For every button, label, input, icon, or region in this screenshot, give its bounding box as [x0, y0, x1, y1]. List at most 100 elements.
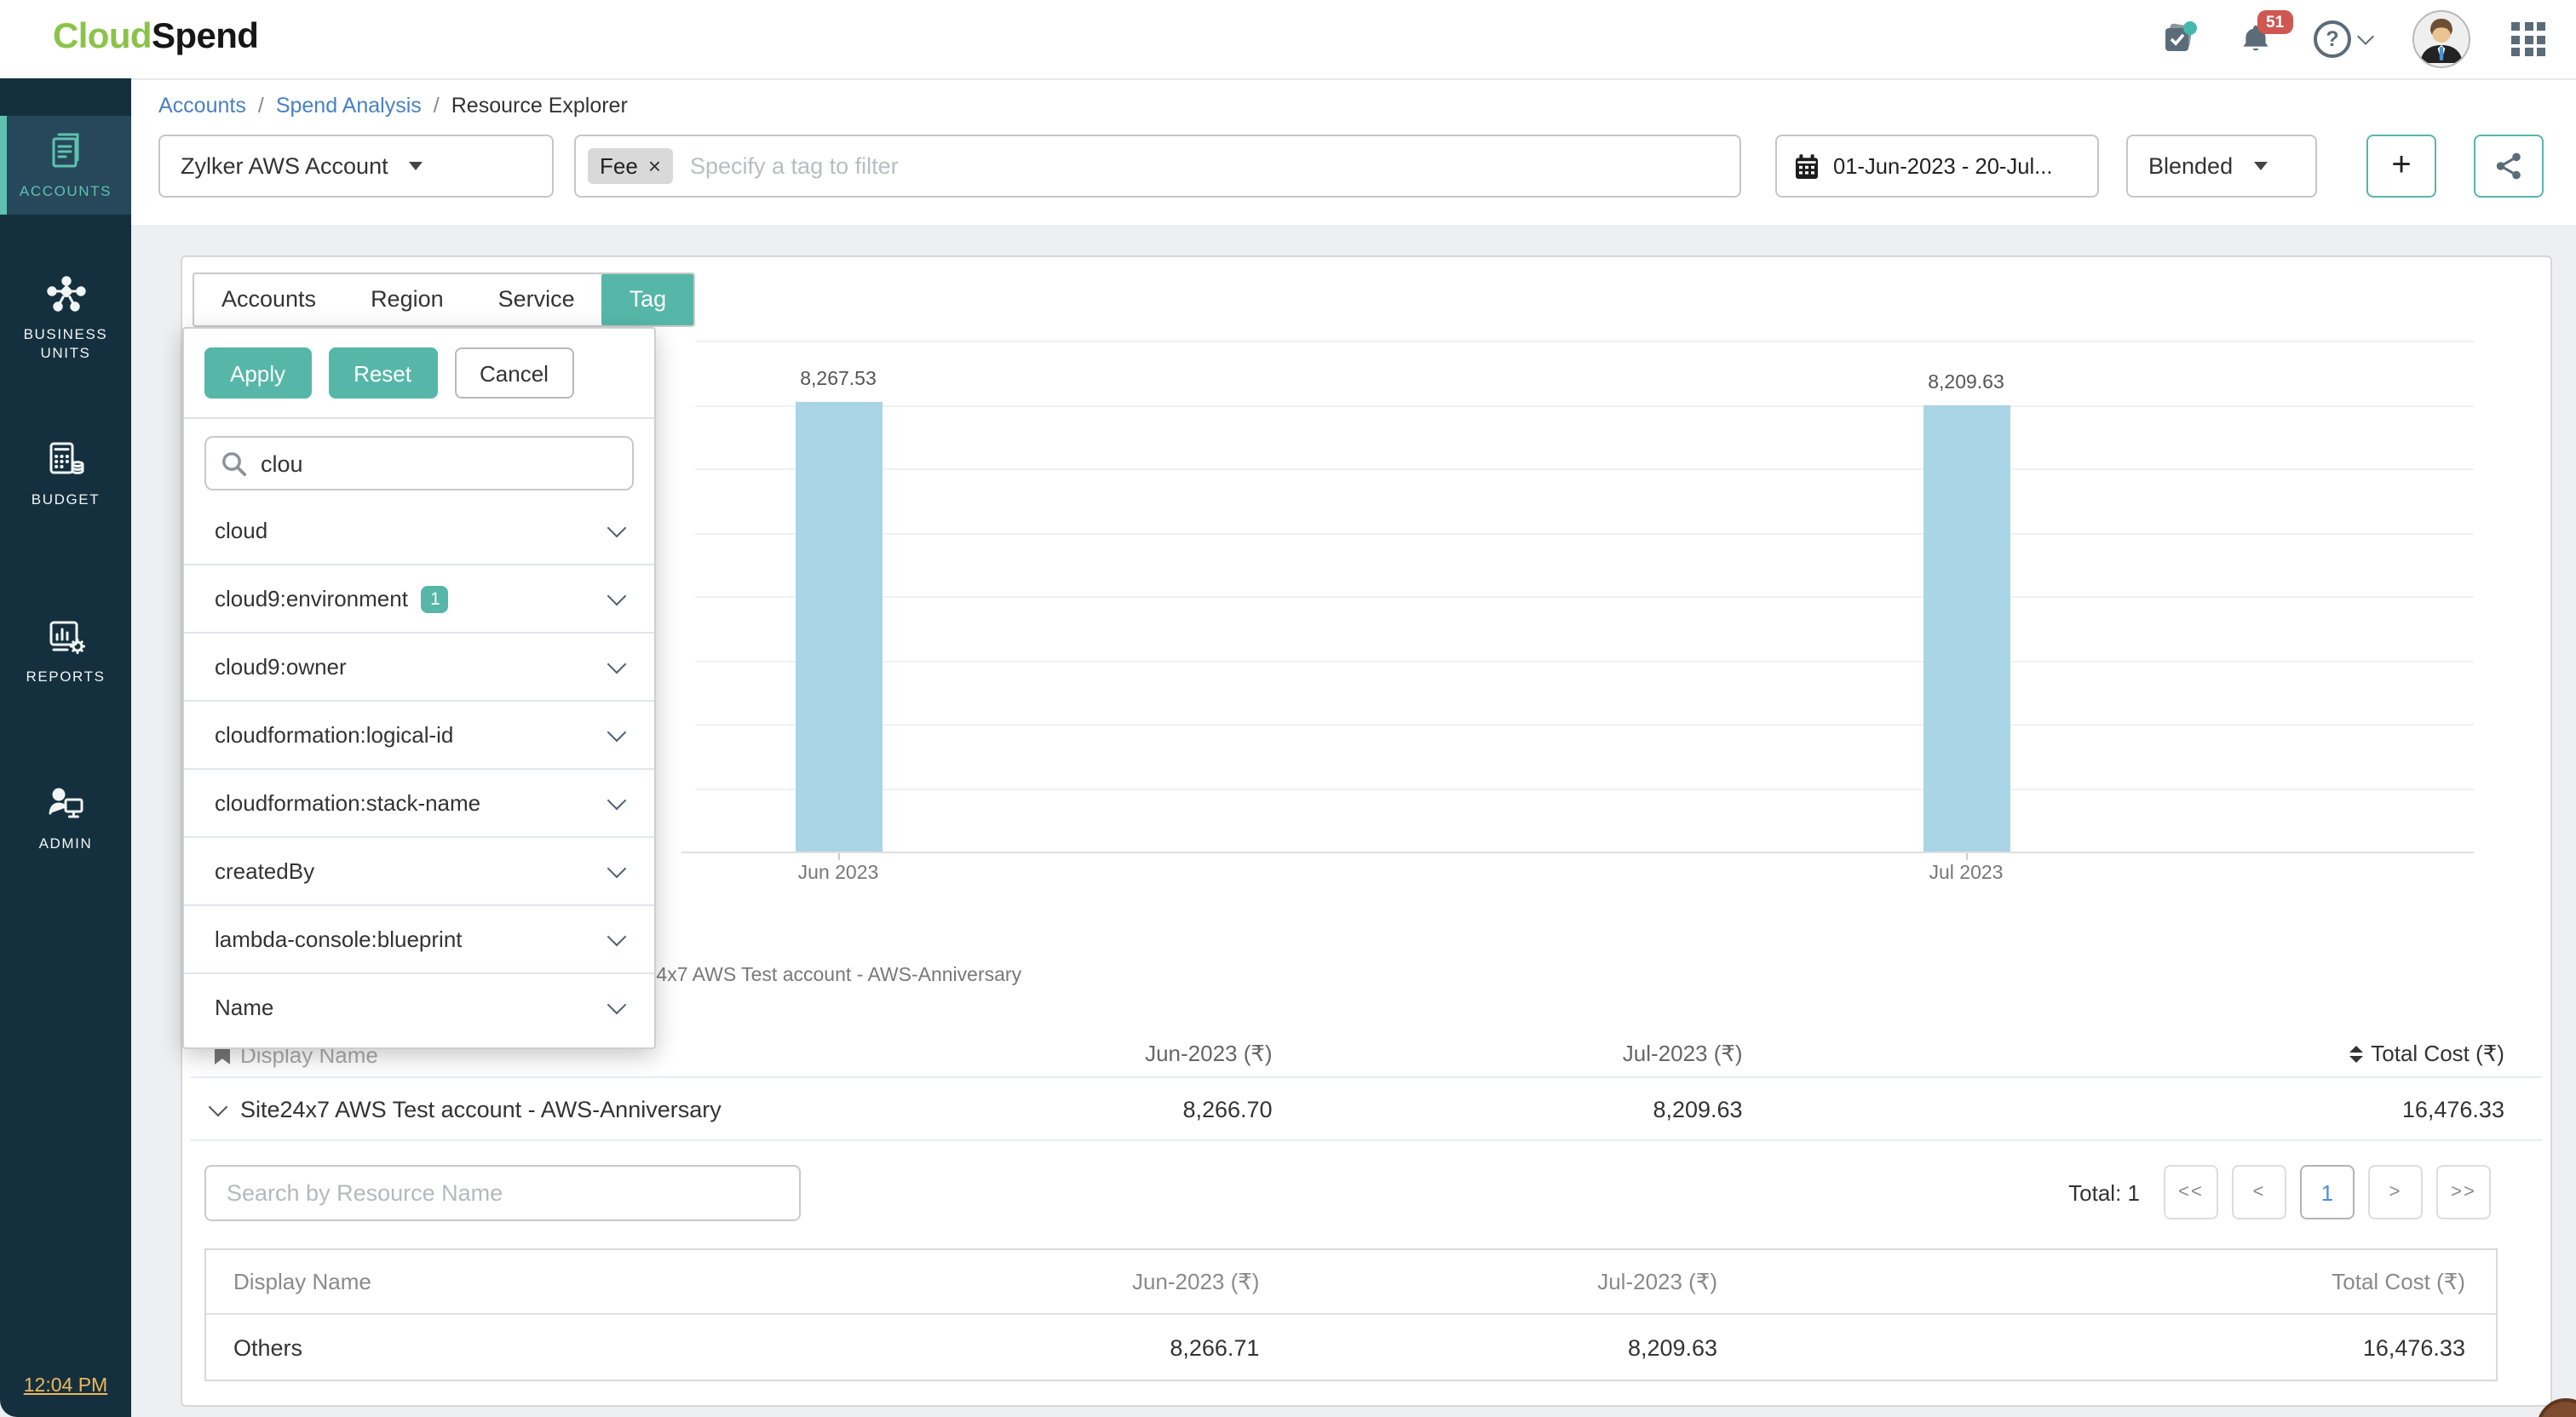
help-icon[interactable]: ?	[2314, 20, 2372, 58]
pagination: Total: 1 <<<1>>>	[2068, 1165, 2491, 1219]
chart-gridline	[695, 724, 2474, 726]
pagination-last[interactable]: >>	[2436, 1165, 2491, 1219]
tab-service[interactable]: Service	[471, 274, 602, 325]
tag-item-lambda-console-blueprint[interactable]: lambda-console:blueprint	[184, 904, 654, 972]
sidebar-item-admin[interactable]: ADMIN	[0, 768, 131, 867]
sidebar: ACCOUNTS BUSINESS UNITS BUDGET REPORTS ADMIN…	[0, 78, 131, 1417]
cost-type-selector[interactable]: Blended	[2126, 135, 2317, 198]
tag-item-createdby[interactable]: createdBy	[184, 836, 654, 904]
tag-item-label: lambda-console:blueprint	[215, 926, 463, 952]
total-cost-value: 16,476.33	[1717, 1334, 2496, 1360]
apps-grid-icon[interactable]	[2511, 22, 2545, 56]
chevron-down-icon	[607, 587, 627, 606]
x-axis-label: Jul 2023	[1864, 863, 2068, 884]
cloudspend-logo[interactable]: CloudSpend	[53, 17, 258, 58]
current-time[interactable]: 12:04 PM	[0, 1376, 131, 1397]
pagination-prev[interactable]: <	[2232, 1165, 2286, 1219]
jul-cost-value: 8,209.63	[1259, 1334, 1717, 1360]
cost-type-value: Blended	[2148, 153, 2233, 179]
pagination-first[interactable]: <<	[2164, 1165, 2218, 1219]
legend-label: Site24x7 AWS Test account - AWS-Annivers…	[612, 966, 1021, 986]
pagination-page[interactable]: 1	[2300, 1165, 2355, 1219]
column-display-name: Display Name	[206, 1269, 802, 1294]
expand-chevron-icon[interactable]	[209, 1097, 228, 1116]
cancel-button[interactable]: Cancel	[454, 347, 574, 399]
tag-item-cloudformation-stack-name[interactable]: cloudformation:stack-name	[184, 768, 654, 836]
tag-list: cloudcloud9:environment1 cloud9:owner clou…	[184, 497, 654, 1041]
breadcrumb-separator: /	[258, 94, 264, 118]
account-row-name: Site24x7 AWS Test account - AWS-Annivers…	[240, 1097, 722, 1122]
add-button[interactable]: +	[2366, 135, 2436, 198]
chevron-down-icon	[607, 519, 627, 538]
header-icons: 51 ?	[2160, 0, 2545, 78]
column-total-cost: Total Cost (₹)	[1717, 1268, 2496, 1295]
tag-filter-input[interactable]: Fee × Specify a tag to filter	[574, 135, 1741, 198]
chart-bar-jul-2023[interactable]	[1923, 405, 2010, 852]
cloudspend-app: CloudSpend 51 ?	[0, 0, 2576, 1417]
sidebar-item-accounts[interactable]: ACCOUNTS	[0, 116, 131, 215]
date-range-picker[interactable]: 01-Jun-2023 - 20-Jul...	[1775, 135, 2099, 198]
tab-tag[interactable]: Tag	[602, 274, 694, 325]
sidebar-item-label: ACCOUNTS	[3, 182, 128, 201]
sidebar-item-label: ADMIN	[3, 835, 128, 853]
logo-spend: Spend	[152, 17, 258, 56]
tag-input-placeholder: Specify a tag to filter	[690, 153, 899, 179]
tag-item-cloud9-owner[interactable]: cloud9:owner	[184, 632, 654, 700]
chevron-down-icon	[2357, 28, 2374, 45]
breadcrumb-accounts[interactable]: Accounts	[158, 94, 246, 118]
dimension-tabs: AccountsRegionServiceTag	[193, 272, 695, 327]
breadcrumb-separator: /	[434, 94, 440, 118]
tag-item-label: cloudformation:logical-id	[215, 722, 453, 748]
tag-search-input[interactable]	[204, 436, 634, 490]
jun-cost-value: 8,266.70	[802, 1097, 1273, 1122]
x-axis-label: Jun 2023	[736, 863, 940, 884]
logo-cloud: Cloud	[53, 17, 152, 56]
notifications-bell-icon[interactable]: 51	[2239, 22, 2273, 56]
tag-item-label: Name	[215, 995, 273, 1020]
sidebar-items: ACCOUNTS BUSINESS UNITS BUDGET REPORTS ADMIN	[0, 116, 131, 867]
account-selector-value: Zylker AWS Account	[181, 153, 388, 179]
column-total-cost[interactable]: Total Cost (₹)	[1743, 1041, 2542, 1068]
chevron-down-icon	[607, 995, 627, 1015]
resource-name: Others	[206, 1334, 802, 1360]
chart-gridline	[695, 468, 2474, 470]
tab-region[interactable]: Region	[343, 274, 471, 325]
tag-item-cloud[interactable]: cloud	[184, 497, 654, 564]
resource-search-input[interactable]	[204, 1165, 801, 1221]
apply-button[interactable]: Apply	[204, 347, 311, 399]
tag-item-cloud9-environment[interactable]: cloud9:environment1	[184, 564, 654, 632]
column-jun-2023[interactable]: Jun-2023 (₹)	[802, 1041, 1273, 1068]
x-axis-tick	[838, 853, 840, 860]
sidebar-item-business-units[interactable]: BUSINESS UNITS	[0, 259, 131, 376]
jun-cost-value: 8,266.71	[802, 1334, 1260, 1360]
reset-button[interactable]: Reset	[328, 347, 437, 399]
breadcrumb-spend-analysis[interactable]: Spend Analysis	[276, 94, 422, 118]
selected-count-badge: 1	[422, 585, 449, 612]
resource-table-row[interactable]: Others 8,266.71 8,209.63 16,476.33	[206, 1315, 2496, 1380]
tag-item-label: cloud9:owner	[215, 654, 347, 680]
sidebar-item-reports[interactable]: REPORTS	[0, 601, 131, 700]
sidebar-item-label: BUDGET	[3, 490, 128, 509]
share-button[interactable]	[2474, 135, 2544, 198]
summary-table-row[interactable]: Site24x7 AWS Test account - AWS-Annivers…	[191, 1080, 2542, 1141]
jul-cost-value: 8,209.63	[1273, 1097, 1743, 1122]
top-header: CloudSpend 51 ?	[0, 0, 2576, 80]
chip-close-icon[interactable]: ×	[648, 153, 661, 179]
tag-item-cloudformation-logical-id[interactable]: cloudformation:logical-id	[184, 700, 654, 768]
column-jul-2023[interactable]: Jul-2023 (₹)	[1273, 1041, 1743, 1068]
pagination-next[interactable]: >	[2368, 1165, 2423, 1219]
resource-table-header: Display Name Jun-2023 (₹) Jul-2023 (₹) T…	[206, 1250, 2496, 1315]
account-selector[interactable]: Zylker AWS Account	[158, 135, 554, 198]
chevron-down-icon	[607, 723, 627, 743]
sidebar-item-budget[interactable]: BUDGET	[0, 424, 131, 523]
x-axis-tick	[1966, 853, 1968, 860]
tag-item-name[interactable]: Name	[184, 972, 654, 1041]
tab-accounts[interactable]: Accounts	[194, 274, 343, 325]
user-avatar[interactable]	[2412, 10, 2470, 68]
chart-bar-jun-2023[interactable]	[795, 402, 882, 852]
tag-filter-popup: Apply Reset Cancel cloudcloud9:environme…	[182, 327, 656, 1049]
sidebar-item-label: REPORTS	[3, 668, 128, 686]
tasks-icon[interactable]	[2160, 20, 2198, 58]
column-jul-2023: Jul-2023 (₹)	[1259, 1268, 1717, 1295]
tag-item-label: cloudformation:stack-name	[215, 790, 480, 816]
